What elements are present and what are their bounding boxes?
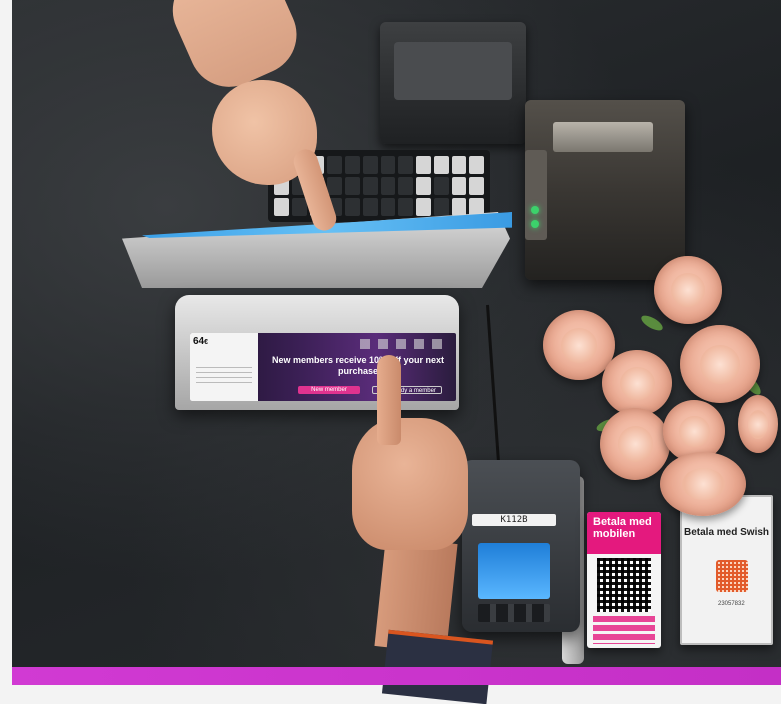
- key: [327, 156, 342, 174]
- key: [380, 198, 396, 216]
- rose: [660, 452, 746, 516]
- receipt-panel: 64€: [190, 333, 258, 401]
- currency-label: €: [204, 339, 209, 346]
- key: [362, 156, 378, 174]
- key: [274, 198, 289, 216]
- promo-text: New members receive 10% off your next pu…: [271, 355, 445, 376]
- key: [451, 177, 467, 195]
- key: [398, 156, 413, 174]
- key: [433, 177, 449, 195]
- key: [362, 198, 378, 216]
- terminal-screen[interactable]: [478, 543, 550, 599]
- printer-led-icon: [531, 206, 539, 214]
- receipt-printer: [525, 100, 685, 280]
- rose: [654, 256, 722, 324]
- key: [451, 156, 467, 174]
- new-member-button[interactable]: New member: [298, 386, 360, 394]
- bottom-hand: [352, 418, 468, 550]
- key: [345, 177, 360, 195]
- key: [398, 198, 413, 216]
- key: [416, 156, 431, 174]
- qr-code-icon: [597, 558, 651, 612]
- key: [469, 177, 484, 195]
- key: [416, 198, 431, 216]
- key: [291, 198, 307, 216]
- key: [433, 198, 449, 216]
- rose: [738, 395, 778, 453]
- key: [433, 156, 449, 174]
- pink-sign-title: Betala med mobilen: [587, 512, 661, 554]
- receipt-lines: [196, 367, 252, 387]
- pink-sign-steps: [593, 616, 655, 644]
- key: [345, 198, 360, 216]
- printer-led-icon: [531, 220, 539, 228]
- printer-button-panel: [525, 150, 547, 240]
- rose: [602, 350, 672, 416]
- key: [416, 177, 431, 195]
- rose: [680, 325, 760, 403]
- key: [469, 156, 484, 174]
- swish-qr-icon: [716, 560, 748, 592]
- key: [380, 156, 396, 174]
- key: [345, 156, 360, 174]
- key: [327, 177, 342, 195]
- rose: [600, 408, 670, 480]
- swish-number: 23057832: [718, 601, 745, 607]
- receipt-slot: [553, 122, 653, 152]
- key: [380, 177, 396, 195]
- key: [362, 177, 378, 195]
- swish-sign-title: Betala med Swish: [683, 527, 770, 538]
- pay-with-mobile-sign: Betala med mobilen: [587, 512, 661, 648]
- terminal-label: K112B: [472, 514, 556, 526]
- customer-display-screen[interactable]: 64€ New members receive 10% off your nex…: [190, 333, 456, 401]
- key: [398, 177, 413, 195]
- total-amount: 64: [193, 336, 205, 347]
- counter-edge: [12, 667, 781, 685]
- terminal-keypad[interactable]: [478, 604, 550, 622]
- brand-logos: [360, 339, 450, 349]
- key: [451, 198, 467, 216]
- bottom-index-finger: [377, 355, 401, 445]
- top-printer: [380, 22, 526, 144]
